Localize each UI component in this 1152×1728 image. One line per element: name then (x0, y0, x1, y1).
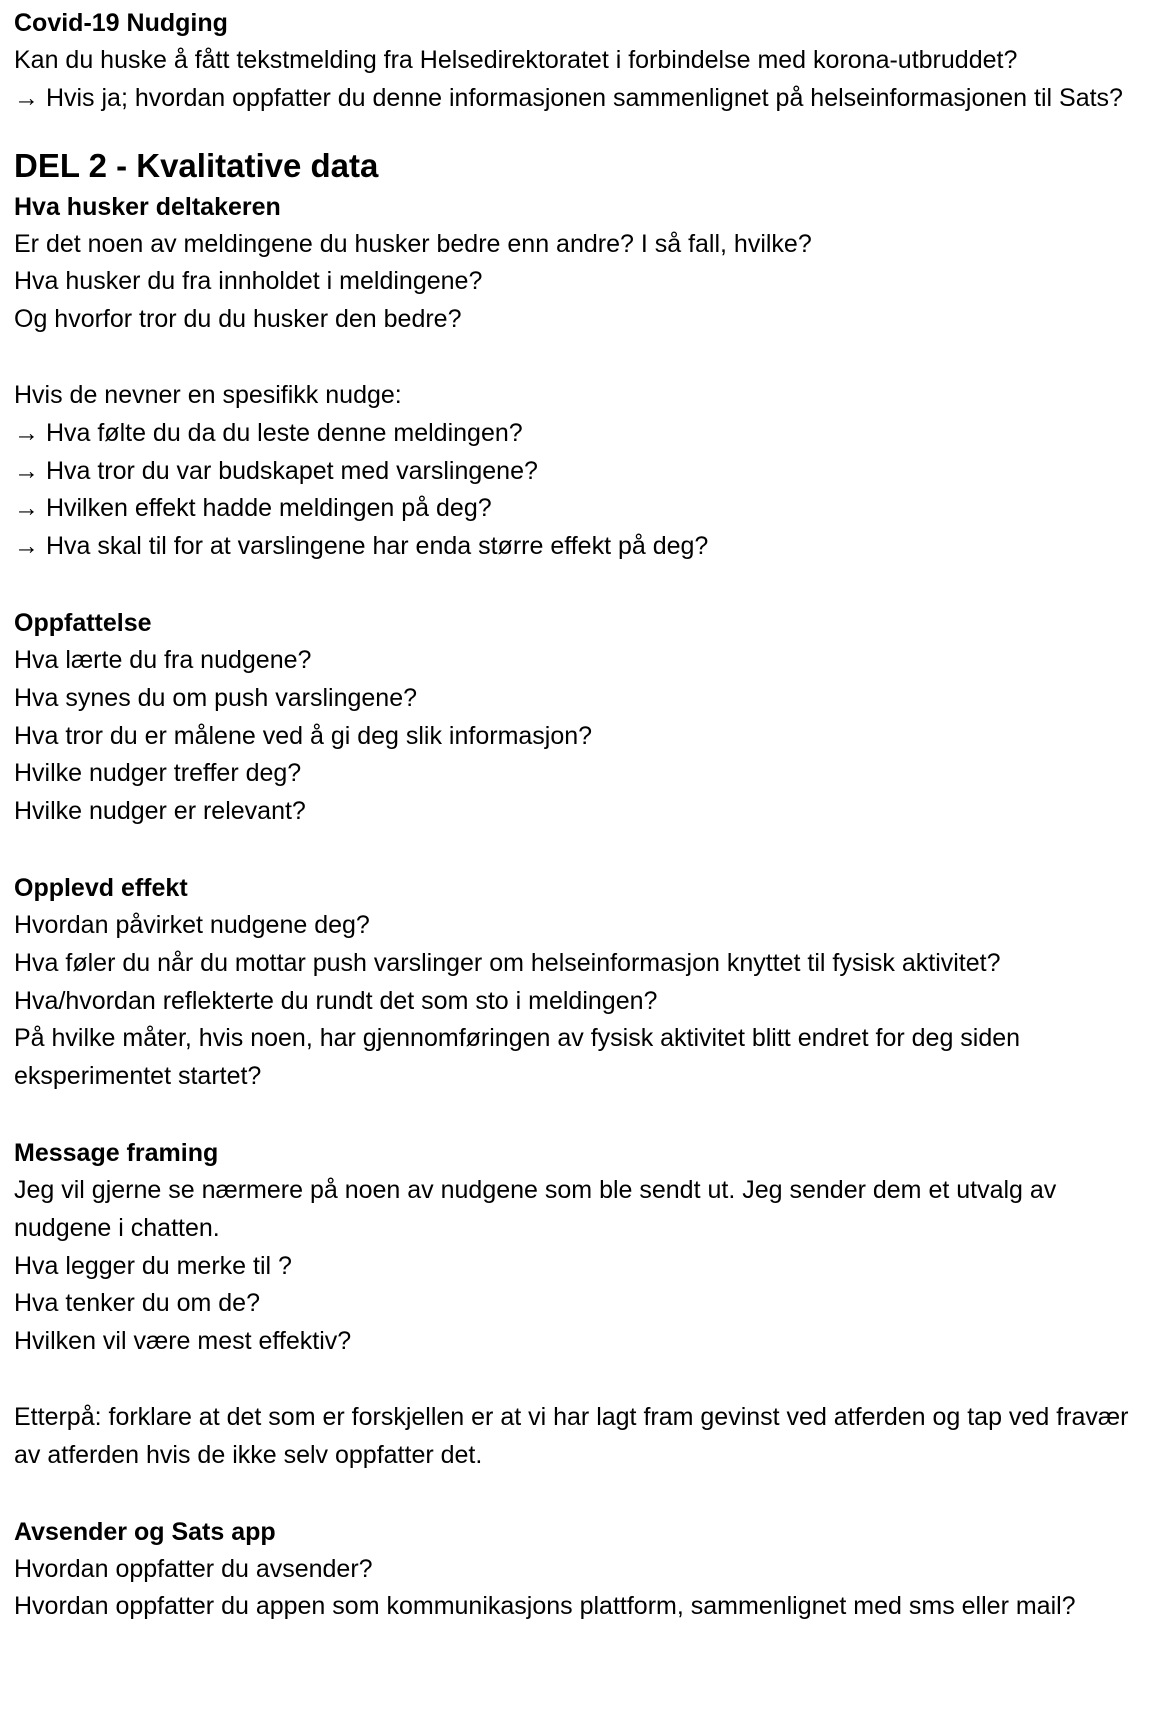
framing-afterword: Etterpå: forklare at det som er forskjel… (14, 1402, 1129, 1469)
remember-question-2: Hva husker du fra innholdet i meldingene… (14, 267, 483, 296)
followup-question-3: → Hvilken effekt hadde meldingen på deg? (14, 494, 492, 523)
followup-question-2: → Hva tror du var budskapet med varsling… (14, 456, 538, 485)
framing-question-3: Hvilken vil være mest effektiv? (14, 1327, 352, 1356)
perception-question-5: Hvilke nudger er relevant? (14, 797, 306, 826)
heading-covid-nudging: Covid-19 Nudging (14, 9, 228, 37)
covid-followup: → Hvis ja; hvordan oppfatter du denne in… (14, 83, 1123, 112)
framing-question-2: Hva tenker du om de? (14, 1289, 260, 1318)
perception-question-3: Hva tror du er målene ved å gi deg slik … (14, 721, 593, 750)
followup-intro: Hvis de nevner en spesifikk nudge: (14, 380, 402, 409)
effect-question-4: På hvilke måter, hvis noen, har gjennomf… (14, 1024, 1021, 1091)
effect-question-2: Hva føler du når du mottar push varsling… (14, 948, 1001, 977)
followup-question-4: → Hva skal til for at varslingene har en… (14, 532, 709, 561)
heading-opplevd-effekt: Opplevd effekt (14, 873, 188, 902)
perception-question-4: Hvilke nudger treffer deg? (14, 759, 302, 788)
remember-question-1: Er det noen av meldingene du husker bedr… (14, 229, 812, 258)
perception-question-2: Hva synes du om push varslingene? (14, 683, 418, 712)
heading-oppfattelse: Oppfattelse (14, 608, 152, 637)
effect-question-1: Hvordan påvirket nudgene deg? (14, 910, 370, 939)
part-2-title: DEL 2 - Kvalitative data (14, 146, 379, 184)
sender-question-2: Hvordan oppfatter du appen som kommunika… (14, 1592, 1076, 1621)
framing-question-1: Hva legger du merke til ? (14, 1251, 292, 1280)
remember-question-3: Og hvorfor tror du du husker den bedre? (14, 305, 462, 334)
heading-hva-husker-deltakeren: Hva husker deltakeren (14, 192, 281, 221)
sender-question-1: Hvordan oppfatter du avsender? (14, 1554, 373, 1583)
document-page: Covid-19 Nudging Kan du huske å fått tek… (0, 0, 1152, 1626)
followup-question-1: → Hva følte du da du leste denne melding… (14, 418, 523, 447)
covid-question: Kan du huske å fått tekstmelding fra Hel… (14, 46, 1018, 74)
effect-question-3: Hva/hvordan reflekterte du rundt det som… (14, 986, 658, 1015)
heading-avsender-og-sats-app: Avsender og Sats app (14, 1517, 276, 1546)
heading-message-framing: Message framing (14, 1138, 219, 1167)
framing-intro: Jeg vil gjerne se nærmere på noen av nud… (14, 1175, 1057, 1242)
perception-question-1: Hva lærte du fra nudgene? (14, 645, 312, 674)
